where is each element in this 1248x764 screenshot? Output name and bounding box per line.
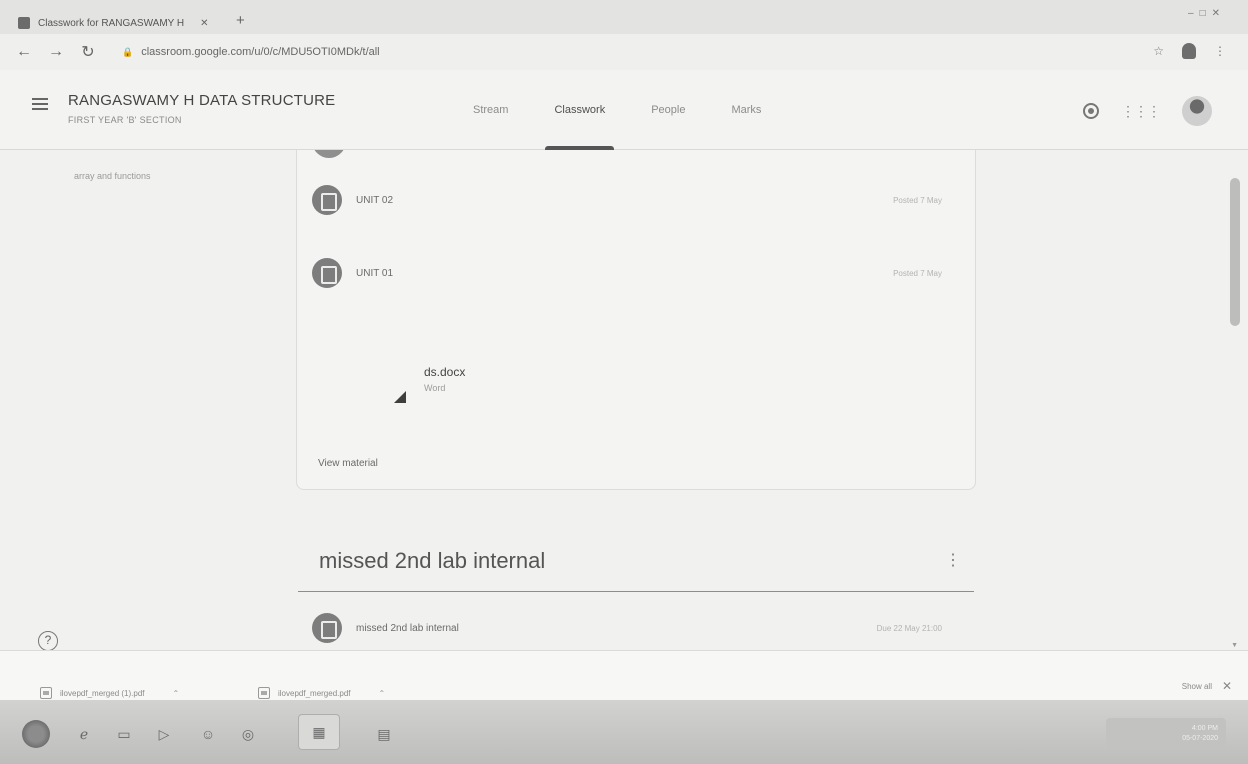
material-title: UNIT 01 — [356, 267, 394, 279]
class-title[interactable]: RANGASWAMY H DATA STRUCTURE — [68, 92, 335, 109]
download-shelf: ilovepdf_merged (1).pdf ⌃ ilovepdf_merge… — [0, 650, 1248, 700]
reload-icon[interactable]: ↻ — [80, 42, 96, 62]
lock-icon[interactable]: 🔒 — [122, 47, 133, 58]
material-item[interactable]: UNIT 01 Posted 7 May — [312, 256, 952, 290]
topic-more-options-icon[interactable]: ⋮ — [945, 550, 961, 570]
back-arrow-icon[interactable]: ← — [16, 43, 32, 61]
clock-date: 05-07-2020 — [1182, 735, 1218, 742]
hamburger-menu-icon[interactable] — [32, 98, 48, 110]
class-settings-icon[interactable] — [1083, 103, 1099, 119]
pdf-file-icon — [258, 687, 270, 699]
assignment-item[interactable]: missed 2nd lab internal Due 22 May 21:00 — [312, 611, 952, 645]
scroll-down-arrow-icon[interactable]: ▼ — [1231, 642, 1238, 649]
pdf-file-icon — [40, 687, 52, 699]
download-filename: ilovepdf_merged (1).pdf — [60, 688, 145, 698]
class-section: FIRST YEAR 'B' SECTION — [68, 115, 182, 125]
chevron-up-icon[interactable]: ⌃ — [173, 689, 180, 698]
material-posted-date: Posted 7 May — [893, 268, 942, 278]
browser-menu-icon[interactable]: ⋮ — [1214, 44, 1226, 58]
download-item[interactable]: ilovepdf_merged.pdf ⌃ — [258, 687, 385, 699]
attachment-name: ds.docx — [424, 365, 466, 379]
attachment-type: Word — [424, 383, 446, 393]
help-icon[interactable]: ? — [38, 631, 58, 650]
start-button[interactable] — [22, 720, 50, 748]
bookmark-star-icon[interactable]: ☆ — [1153, 44, 1164, 58]
document-thumbnail — [312, 335, 412, 425]
word-file-icon — [394, 391, 406, 403]
system-tray[interactable]: 4:00 PM 05-07-2020 — [1106, 718, 1226, 748]
attachment-docx[interactable]: ds.docx Word — [312, 335, 622, 425]
assignment-title: missed 2nd lab internal — [356, 622, 459, 634]
account-avatar[interactable] — [1182, 96, 1212, 126]
browser-toolbar: ← → ↻ 🔒 classroom.google.com/u/0/c/MDU5O… — [0, 34, 1248, 70]
material-posted-date: Posted 7 May — [893, 195, 942, 205]
chrome-icon[interactable]: ◎ — [236, 722, 260, 746]
classroom-header: RANGASWAMY H DATA STRUCTURE FIRST YEAR '… — [0, 70, 1248, 150]
show-all-downloads-link[interactable]: Show all — [1182, 682, 1212, 691]
download-item[interactable]: ilovepdf_merged (1).pdf ⌃ — [40, 687, 179, 699]
topic-divider — [298, 591, 974, 592]
assignment-icon — [312, 613, 342, 643]
forward-arrow-icon[interactable]: → — [48, 43, 64, 61]
tab-marks[interactable]: Marks — [708, 70, 784, 150]
address-bar[interactable]: classroom.google.com/u/0/c/MDU5OTI0MDk/t… — [141, 46, 379, 58]
material-item[interactable]: UNIT 02 Posted 7 May — [312, 183, 952, 217]
browser-tab-bar: Classwork for RANGASWAMY H ✕ + –□✕ — [0, 0, 1248, 34]
window-controls[interactable]: –□✕ — [1188, 8, 1226, 19]
tab-classwork[interactable]: Classwork — [531, 70, 628, 150]
internet-explorer-icon[interactable]: ℯ — [72, 722, 96, 746]
sidebar-topic-link[interactable]: array and functions — [74, 171, 151, 181]
material-icon — [312, 185, 342, 215]
download-filename: ilovepdf_merged.pdf — [278, 688, 351, 698]
document-app-icon[interactable]: ▤ — [372, 722, 396, 746]
class-tabs: Stream Classwork People Marks — [450, 70, 784, 150]
folder-icon[interactable]: ▭ — [112, 722, 136, 746]
media-player-icon[interactable]: ▷ — [152, 722, 176, 746]
browser-tab[interactable]: Classwork for RANGASWAMY H ✕ — [18, 12, 228, 34]
close-icon[interactable]: ✕ — [1222, 679, 1232, 693]
browser-tab-title: Classwork for RANGASWAMY H — [38, 17, 185, 29]
assignment-due-date: Due 22 May 21:00 — [876, 623, 942, 633]
material-icon — [312, 258, 342, 288]
view-material-link[interactable]: View material — [318, 458, 378, 469]
topic-heading: missed 2nd lab internal — [319, 548, 546, 573]
page-scrollbar[interactable] — [1230, 178, 1240, 326]
classroom-favicon-icon — [18, 17, 30, 29]
new-tab-icon[interactable]: + — [236, 12, 245, 29]
people-icon[interactable]: ☺ — [196, 722, 220, 746]
clock-time: 4:00 PM — [1191, 725, 1218, 732]
classwork-content: array and functions UNIT 02 Posted 7 May… — [0, 150, 1248, 650]
windows-taskbar: ℯ ▭ ▷ ☺ ◎ ▦ ▤ 4:00 PM 05-07-2020 — [0, 700, 1248, 764]
tab-people[interactable]: People — [628, 70, 708, 150]
chevron-up-icon[interactable]: ⌃ — [379, 689, 386, 698]
app-window-icon[interactable]: ▦ — [298, 714, 340, 750]
google-apps-icon[interactable]: ⋮⋮⋮ — [1121, 103, 1161, 120]
material-title: UNIT 02 — [356, 194, 394, 206]
tab-stream[interactable]: Stream — [450, 70, 531, 150]
tab-close-icon[interactable]: ✕ — [200, 18, 208, 29]
profile-icon[interactable] — [1182, 43, 1196, 59]
